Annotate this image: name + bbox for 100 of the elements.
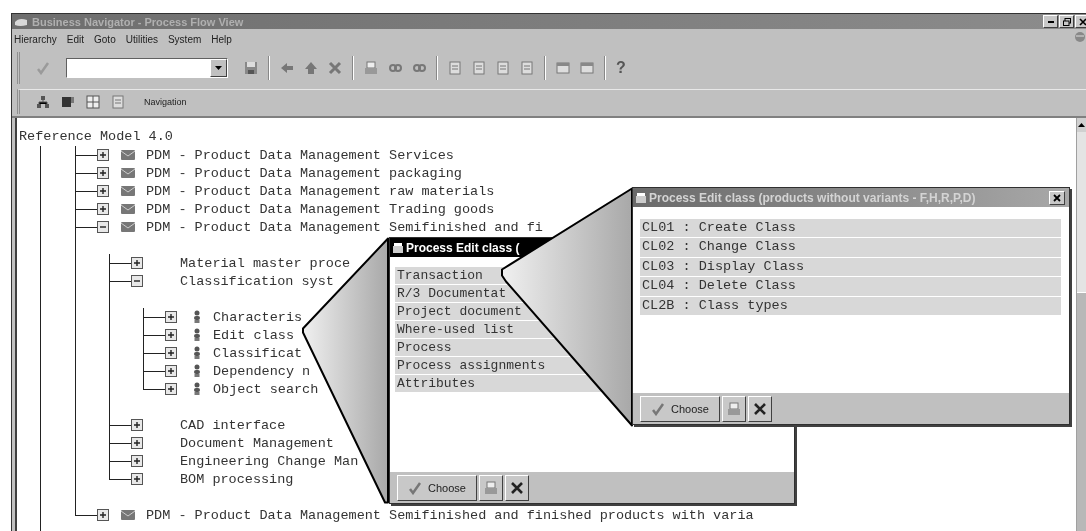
check-icon (36, 61, 50, 75)
minimize-button[interactable] (1043, 15, 1058, 28)
help-button[interactable]: ? (616, 59, 626, 77)
tree-item[interactable]: PDM - Product Data Management raw materials (146, 183, 495, 199)
collapse-icon[interactable] (97, 221, 109, 233)
expand-icon[interactable] (97, 203, 109, 215)
expand-icon[interactable] (131, 257, 143, 269)
cancel-icon (510, 481, 523, 494)
globe-icon (1074, 31, 1086, 43)
collapse-icon[interactable] (131, 275, 143, 287)
menu-item[interactable]: Hierarchy (14, 33, 57, 45)
expand-icon[interactable] (131, 419, 143, 431)
cancel-button[interactable] (504, 474, 529, 501)
tree-item[interactable]: PDM - Product Data Management Services (146, 147, 454, 163)
print-icon (364, 61, 378, 75)
check-icon (408, 480, 422, 495)
tree-line (143, 371, 144, 380)
tree-item[interactable]: Classificat (213, 345, 303, 361)
expand-icon[interactable] (165, 347, 177, 359)
dropdown-button[interactable] (210, 59, 227, 77)
expand-icon[interactable] (131, 455, 143, 467)
menu-item[interactable]: System (167, 33, 202, 45)
close-icon (1078, 17, 1086, 26)
menu-item[interactable]: Help (211, 33, 232, 45)
dialog-title: Process Edit class (products without variants - F,H,R,P,D) (649, 190, 976, 205)
cancel-icon (753, 402, 766, 415)
app-icon (14, 16, 28, 27)
print-button[interactable] (478, 474, 503, 501)
check-icon (651, 401, 665, 416)
tree-item[interactable]: PDM - Product Data Management Semifinished and fi (146, 219, 543, 235)
print-icon (726, 401, 741, 416)
restore-button[interactable] (1059, 15, 1074, 28)
expand-icon[interactable] (165, 383, 177, 395)
person-icon (193, 382, 201, 396)
list-item[interactable]: CL04 : Delete Class (640, 277, 1061, 296)
envelope-icon (120, 184, 136, 198)
expand-icon[interactable] (97, 149, 109, 161)
list-item[interactable]: CL01 : Create Class (640, 219, 1061, 238)
first-page-icon (448, 61, 462, 75)
find-next-icon (412, 61, 426, 75)
tree-line (109, 443, 110, 452)
tree-line (143, 317, 144, 326)
person-icon (193, 328, 201, 342)
navigation-button[interactable]: Navigation (144, 97, 187, 107)
tree-line (109, 425, 110, 434)
expand-icon[interactable] (131, 437, 143, 449)
new-window-icon (556, 61, 570, 75)
tree-item[interactable]: CAD interface (180, 417, 286, 433)
list-item[interactable]: CL03 : Display Class (640, 257, 1061, 277)
tree-item[interactable]: Edit class (213, 327, 294, 343)
tree-item[interactable]: BOM processing (180, 471, 294, 487)
tree-item[interactable]: Engineering Change Man (180, 453, 359, 469)
cancel-button[interactable] (747, 395, 772, 422)
tree-item[interactable]: PDM - Product Data Management packaging (146, 165, 462, 181)
caret-icon (215, 66, 222, 70)
previous-page-icon (472, 61, 486, 75)
print-button[interactable] (721, 395, 746, 422)
page-icon (111, 95, 125, 109)
tree-item[interactable]: Dependency n (213, 363, 311, 379)
dialog-title: Process Edit class ( (406, 240, 520, 255)
list-item[interactable]: CL2B : Class types (640, 296, 1061, 315)
list-item[interactable]: CL02 : Change Class (640, 238, 1061, 257)
command-field[interactable] (66, 58, 228, 78)
close-button[interactable] (1049, 190, 1065, 205)
tree-line (75, 155, 76, 164)
expand-icon[interactable] (165, 311, 177, 323)
tree-item[interactable]: PDM - Product Data Management Trading goods (146, 201, 495, 217)
save-icon (244, 61, 258, 75)
menu-item[interactable]: Edit (66, 33, 85, 45)
tree-line (109, 461, 110, 470)
envelope-icon (120, 220, 136, 234)
tree-item[interactable]: Classification syst (180, 273, 334, 289)
close-icon (1053, 193, 1061, 202)
expand-icon[interactable] (165, 329, 177, 341)
minimize-icon (1047, 20, 1054, 23)
scroll-thumb[interactable] (1077, 292, 1086, 531)
scrollbar[interactable] (1076, 118, 1086, 531)
expand-icon[interactable] (165, 365, 177, 377)
tree-item[interactable]: PDM - Product Data Management Semifinished and finished products with varia (146, 507, 754, 523)
tree-item[interactable]: Object search (213, 381, 319, 397)
tree-line (109, 263, 110, 272)
menu-item[interactable]: Goto (94, 33, 116, 45)
layout-icon (580, 61, 594, 75)
next-page-icon (496, 61, 510, 75)
expand-icon[interactable] (97, 167, 109, 179)
expand-icon[interactable] (97, 185, 109, 197)
choose-button[interactable]: Choose (397, 474, 477, 501)
person-icon (193, 364, 201, 378)
expand-icon[interactable] (131, 473, 143, 485)
tree-line (143, 335, 144, 344)
tree-root[interactable]: Reference Model 4.0 (17, 128, 1076, 146)
menu-item[interactable]: Utilities (125, 33, 158, 45)
tree-item[interactable]: Document Management (180, 435, 334, 451)
person-icon (193, 346, 201, 360)
tree-item[interactable]: Characteris (213, 309, 303, 325)
tree-line (143, 353, 144, 362)
expand-icon[interactable] (97, 509, 109, 521)
choose-button[interactable]: Choose (640, 395, 720, 422)
close-button[interactable] (1075, 15, 1086, 28)
tree-item[interactable]: Material master proce (180, 255, 351, 271)
